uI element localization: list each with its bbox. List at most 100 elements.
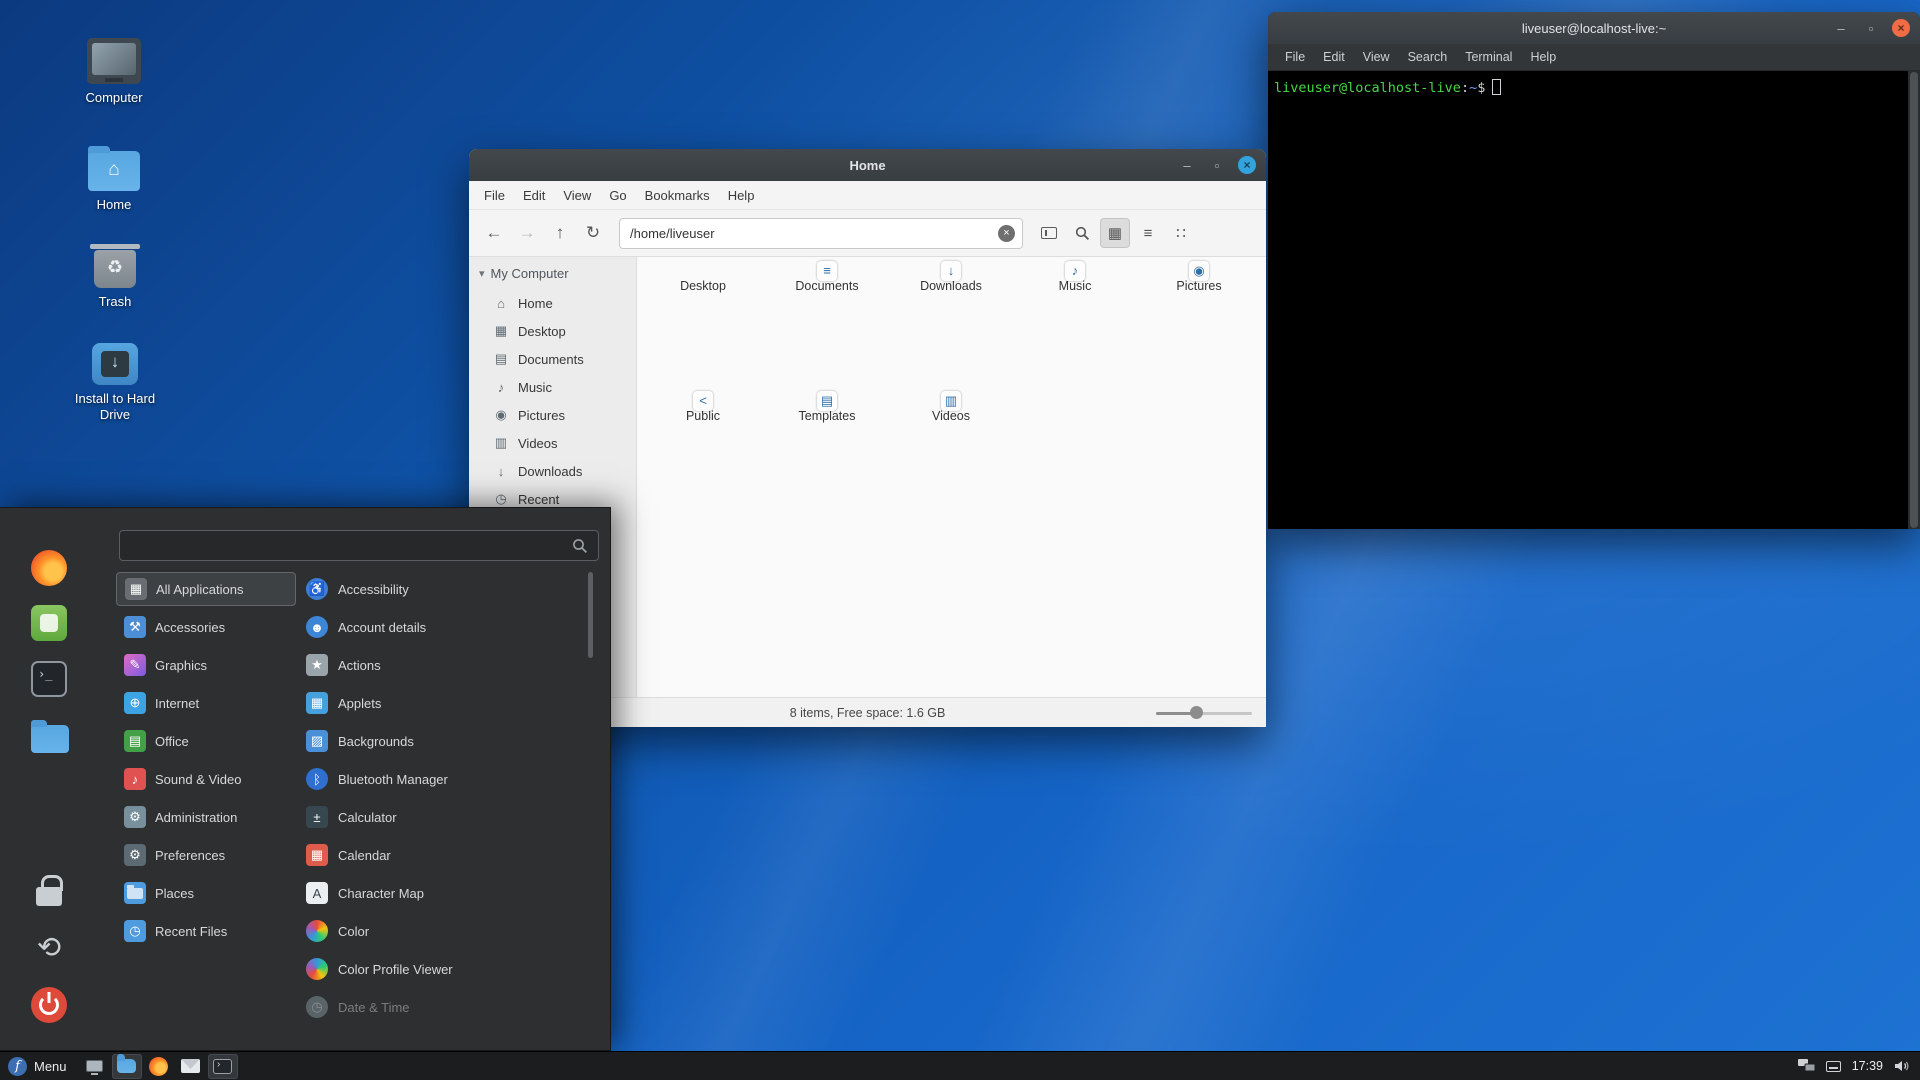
- logout-button[interactable]: ⟲: [31, 930, 67, 966]
- terminal-titlebar[interactable]: liveuser@localhost-live:~ – ▫ ×: [1268, 12, 1920, 44]
- folder-item-music[interactable]: ♪ Music: [1017, 271, 1133, 293]
- zoom-slider-handle[interactable]: [1190, 706, 1203, 719]
- menu-scrollbar[interactable]: [588, 572, 593, 658]
- terminal-launcher[interactable]: [208, 1054, 238, 1079]
- file-manager-close-button[interactable]: ×: [1238, 156, 1256, 174]
- desktop-icon-installer[interactable]: Install to Hard Drive: [60, 340, 170, 422]
- show-desktop-button[interactable]: [80, 1054, 110, 1079]
- app-item-actions[interactable]: ★Actions: [300, 648, 576, 682]
- clear-location-icon[interactable]: ×: [998, 225, 1015, 242]
- menu-search-input[interactable]: [119, 530, 599, 561]
- terminal-scrollbar[interactable]: [1908, 71, 1920, 529]
- file-manager-content[interactable]: Desktop ≡ Documents ↓ Downloads ♪ Music …: [637, 257, 1266, 697]
- sidebar-item-music[interactable]: ♪Music: [469, 373, 636, 401]
- category-administration[interactable]: ⚙Administration: [116, 800, 296, 834]
- app-item-backgrounds[interactable]: ▨Backgrounds: [300, 724, 576, 758]
- fm-menu-go[interactable]: Go: [600, 188, 635, 203]
- app-item-bluetooth-manager[interactable]: ᛒBluetooth Manager: [300, 762, 576, 796]
- category-sound-video[interactable]: ♪Sound & Video: [116, 762, 296, 796]
- folder-item-public[interactable]: < Public: [645, 401, 761, 423]
- volume-icon[interactable]: [1894, 1058, 1910, 1074]
- app-item-calendar[interactable]: ▦Calendar: [300, 838, 576, 872]
- firefox-favorite-button[interactable]: [31, 550, 67, 586]
- fm-menu-view[interactable]: View: [554, 188, 600, 203]
- terminal-menu-edit[interactable]: Edit: [1314, 47, 1354, 67]
- folder-item-templates[interactable]: ▤ Templates: [769, 401, 885, 423]
- search-button[interactable]: [1067, 218, 1097, 248]
- zoom-slider[interactable]: [1156, 706, 1252, 720]
- sidebar-item-desktop[interactable]: ▦Desktop: [469, 317, 636, 345]
- terminal-menu-terminal[interactable]: Terminal: [1456, 47, 1521, 67]
- category-office[interactable]: ▤Office: [116, 724, 296, 758]
- category-all-applications[interactable]: ▦All Applications: [116, 572, 296, 606]
- firefox-launcher[interactable]: [144, 1054, 174, 1079]
- terminal-menu-help[interactable]: Help: [1521, 47, 1565, 67]
- folder-item-desktop[interactable]: Desktop: [645, 271, 761, 293]
- category-internet[interactable]: ⊕Internet: [116, 686, 296, 720]
- terminal-menu-view[interactable]: View: [1354, 47, 1399, 67]
- app-item-color-profile-viewer[interactable]: Color Profile Viewer: [300, 952, 576, 986]
- refresh-button[interactable]: ↻: [578, 217, 608, 249]
- sidebar-item-downloads[interactable]: ↓Downloads: [469, 457, 636, 485]
- up-button[interactable]: ↑: [545, 217, 575, 249]
- category-accessories[interactable]: ⚒Accessories: [116, 610, 296, 644]
- terminal-menu-file[interactable]: File: [1276, 47, 1314, 67]
- file-manager-titlebar[interactable]: Home – ▫ ×: [469, 149, 1266, 181]
- terminal-output[interactable]: liveuser@localhost-live:~$: [1268, 71, 1908, 529]
- sidebar-item-documents[interactable]: ▤Documents: [469, 345, 636, 373]
- file-manager-minimize-button[interactable]: –: [1178, 156, 1196, 174]
- clock[interactable]: 17:39: [1852, 1059, 1883, 1073]
- desktop-icon-trash[interactable]: Trash: [60, 243, 170, 310]
- forward-button[interactable]: →: [512, 217, 542, 249]
- software-center-favorite-button[interactable]: [31, 605, 67, 641]
- category-recent-files[interactable]: ◷Recent Files: [116, 914, 296, 948]
- terminal-minimize-button[interactable]: –: [1832, 19, 1850, 37]
- music-icon: ♪: [493, 380, 509, 395]
- app-item-account-details[interactable]: ☻Account details: [300, 610, 576, 644]
- folder-item-documents[interactable]: ≡ Documents: [769, 271, 885, 293]
- category-graphics[interactable]: ✎Graphics: [116, 648, 296, 682]
- fm-menu-bookmarks[interactable]: Bookmarks: [636, 188, 719, 203]
- fm-menu-edit[interactable]: Edit: [514, 188, 554, 203]
- app-item-calculator[interactable]: ±Calculator: [300, 800, 576, 834]
- folder-item-downloads[interactable]: ↓ Downloads: [893, 271, 1009, 293]
- app-item-date-time[interactable]: ◷Date & Time: [300, 990, 576, 1024]
- toggle-location-entry-button[interactable]: [1034, 218, 1064, 248]
- terminal-maximize-button[interactable]: ▫: [1862, 19, 1880, 37]
- back-button[interactable]: ←: [479, 217, 509, 249]
- compact-view-button[interactable]: ∷: [1166, 218, 1196, 248]
- app-item-color[interactable]: Color: [300, 914, 576, 948]
- app-item-accessibility[interactable]: ♿Accessibility: [300, 572, 576, 606]
- category-preferences[interactable]: ⚙Preferences: [116, 838, 296, 872]
- folder-item-pictures[interactable]: ◉ Pictures: [1141, 271, 1257, 293]
- location-bar[interactable]: /home/liveuser ×: [619, 218, 1023, 249]
- terminal-window-title: liveuser@localhost-live:~: [1522, 21, 1666, 36]
- category-places[interactable]: Places: [116, 876, 296, 910]
- fm-menu-help[interactable]: Help: [719, 188, 764, 203]
- app-item-character-map[interactable]: ACharacter Map: [300, 876, 576, 910]
- desktop-icon-home[interactable]: ⌂ Home: [59, 146, 169, 213]
- file-manager-maximize-button[interactable]: ▫: [1208, 156, 1226, 174]
- sidebar-section-my-computer[interactable]: ▾ My Computer: [469, 262, 636, 289]
- fm-menu-file[interactable]: File: [475, 188, 514, 203]
- shutdown-button[interactable]: [31, 987, 67, 1023]
- trash-icon: [94, 250, 136, 288]
- sidebar-item-videos[interactable]: ▥Videos: [469, 429, 636, 457]
- terminal-favorite-button[interactable]: [31, 661, 67, 697]
- sidebar-item-home[interactable]: ⌂Home: [469, 289, 636, 317]
- lock-screen-button[interactable]: [31, 874, 67, 910]
- network-icon[interactable]: [1798, 1059, 1815, 1073]
- files-launcher[interactable]: [112, 1054, 142, 1079]
- app-item-applets[interactable]: ▦Applets: [300, 686, 576, 720]
- files-favorite-button[interactable]: [31, 725, 69, 753]
- grid-view-button[interactable]: ▦: [1100, 218, 1130, 248]
- menu-button[interactable]: f Menu: [0, 1052, 79, 1080]
- keyboard-layout-icon[interactable]: [1826, 1061, 1841, 1072]
- terminal-menu-search[interactable]: Search: [1399, 47, 1457, 67]
- sidebar-item-pictures[interactable]: ◉Pictures: [469, 401, 636, 429]
- terminal-close-button[interactable]: ×: [1892, 19, 1910, 37]
- list-view-button[interactable]: ≡: [1133, 218, 1163, 248]
- mail-launcher[interactable]: [176, 1054, 206, 1079]
- folder-item-videos[interactable]: ▥ Videos: [893, 401, 1009, 423]
- desktop-icon-computer[interactable]: Computer: [59, 38, 169, 106]
